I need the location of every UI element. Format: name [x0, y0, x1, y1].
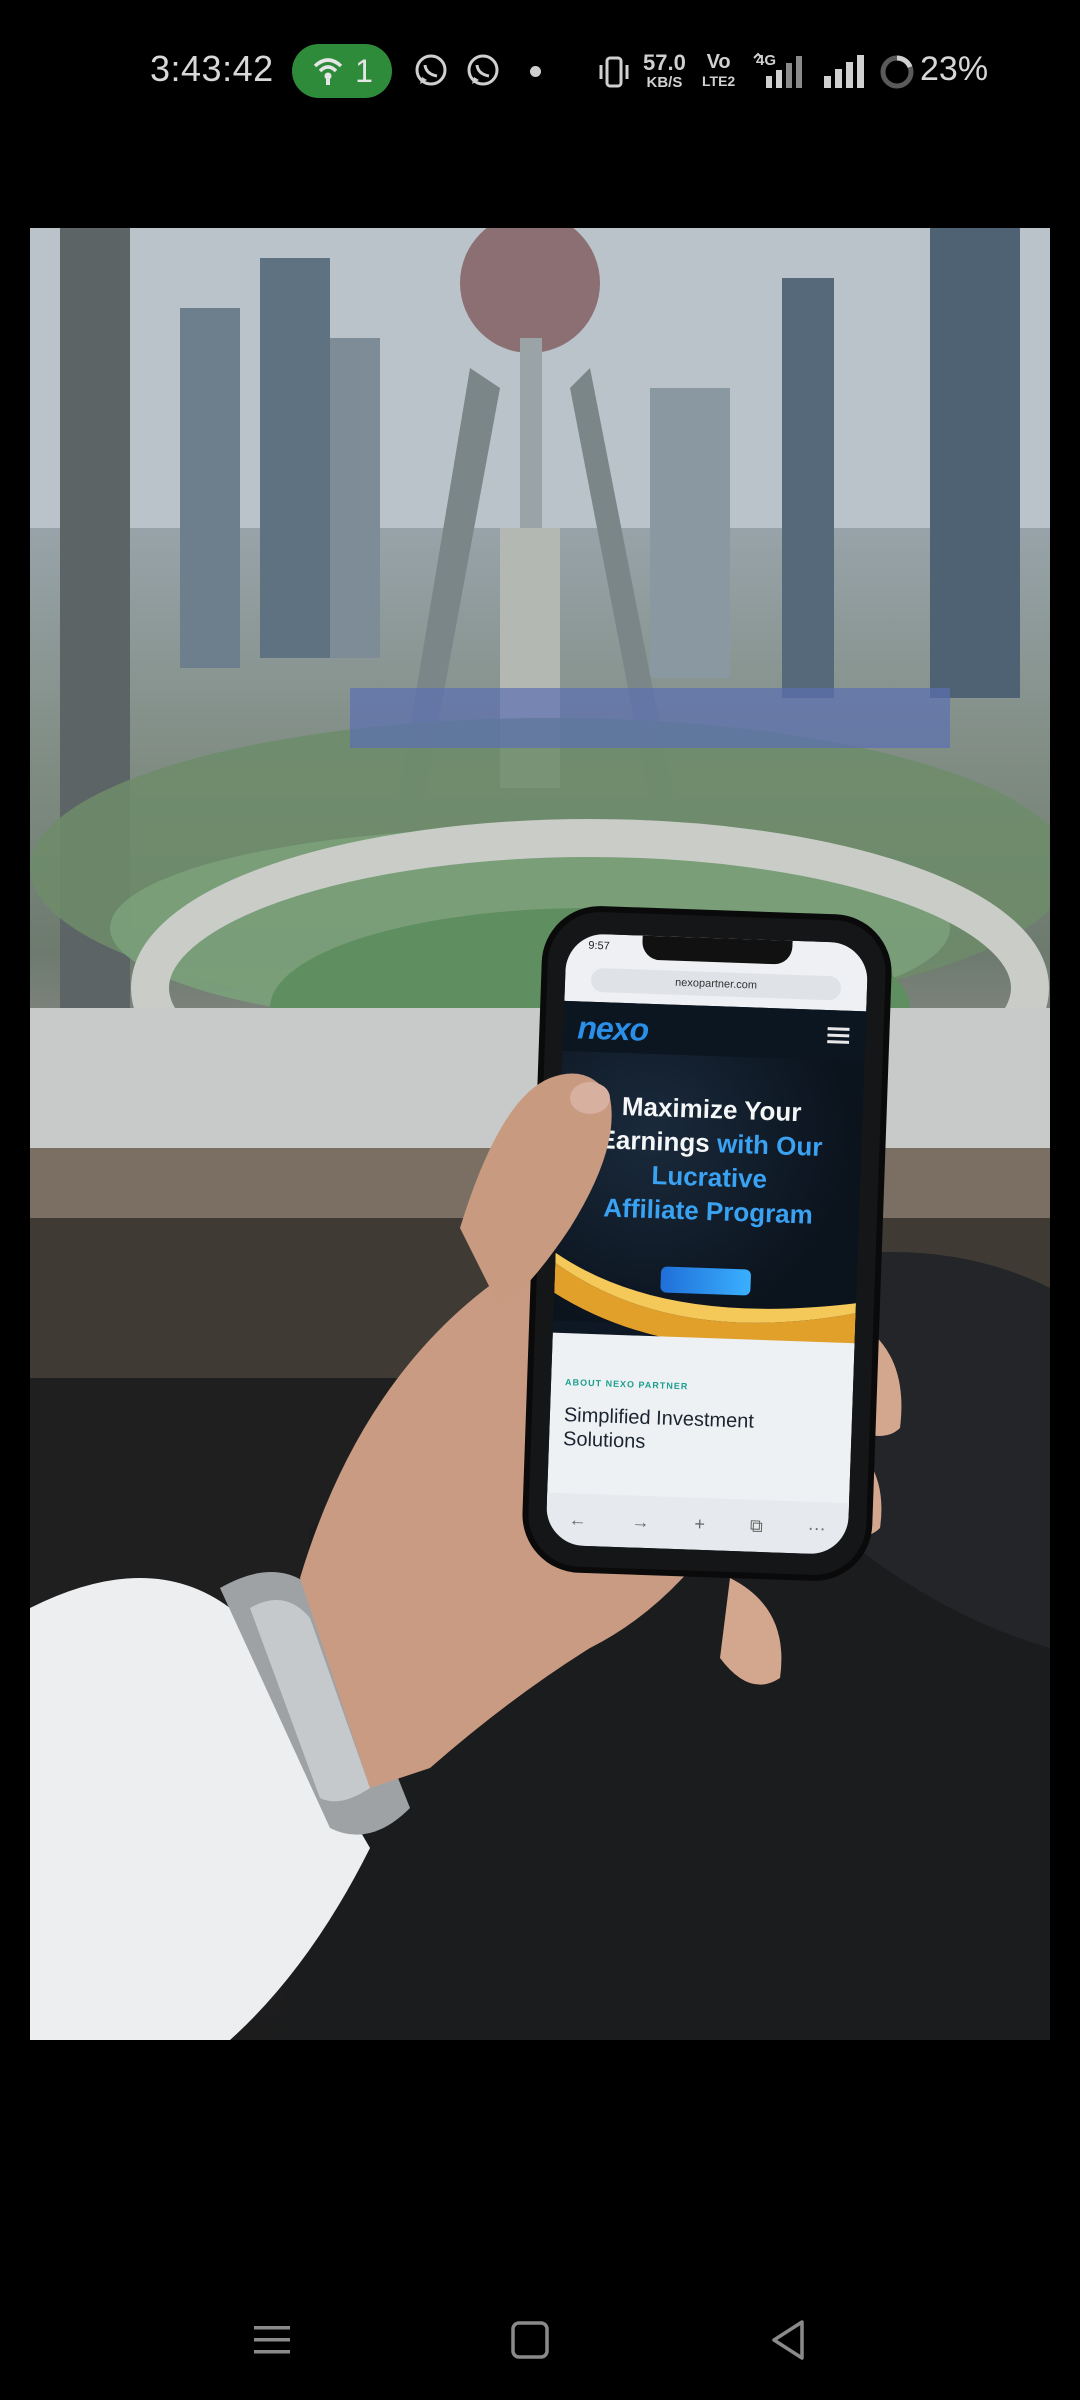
status-time: 3:43:42 [150, 48, 274, 89]
system-nav-bar [0, 2280, 1080, 2400]
nexo-logo: nexo [576, 1009, 649, 1048]
held-phone: 9:57 nexopartner.com nexo Maximize Your … [526, 910, 888, 1577]
held-phone-screen: 9:57 nexopartner.com nexo Maximize Your … [545, 932, 869, 1556]
hero-headline: Maximize Your Earnings with Our Lucrativ… [567, 1087, 854, 1233]
volte-sim-label: LTE2 [702, 73, 736, 89]
hero-line-1: Maximize Your [621, 1090, 802, 1128]
net-speed-unit: KB/S [646, 74, 683, 91]
hero-line-2b: with Our [709, 1128, 823, 1162]
volte-label: Vo [706, 51, 731, 73]
held-phone-browser-toolbar: ← → + ⧉ ··· [545, 1492, 850, 1556]
hero-line-4: Affiliate Program [602, 1192, 814, 1230]
whatsapp-icon [415, 54, 447, 86]
vibrate-icon [599, 56, 629, 88]
battery-ring-icon [880, 55, 914, 89]
signal-4g-icon: 4G [753, 52, 802, 88]
hero-line-2a: Earnings [598, 1124, 711, 1159]
about-tag: ABOUT NEXO PARTNER [564, 1377, 689, 1392]
back-icon[interactable] [758, 2310, 818, 2370]
hotspot-icon [313, 58, 343, 85]
back-arrow-icon: ← [568, 1508, 588, 1530]
hotspot-count: 1 [355, 52, 373, 89]
about-heading: Simplified Investment Solutions [562, 1404, 755, 1453]
city-scene-background [30, 228, 1050, 2040]
battery-percent: 23% [920, 50, 989, 88]
signal-icon [824, 55, 864, 88]
status-bar: 3:43:42 1 57.0 KB/S Vo LTE2 4G 23% [0, 0, 1080, 145]
tabs-icon: ⧉ [749, 1515, 764, 1536]
notification-dot [530, 66, 541, 77]
new-tab-icon: + [694, 1513, 706, 1534]
menu-icon[interactable] [242, 2310, 302, 2370]
held-phone-url: nexopartner.com [590, 967, 842, 1001]
hero-line-3: Lucrative [651, 1160, 768, 1195]
whatsapp-icon [467, 54, 499, 86]
photo-viewer-image[interactable]: 9:57 nexopartner.com nexo Maximize Your … [30, 228, 1050, 2040]
net-speed-value: 57.0 [643, 50, 686, 75]
held-phone-time: 9:57 [588, 939, 610, 953]
hotspot-chip[interactable]: 1 [292, 44, 392, 98]
forward-arrow-icon: → [631, 1511, 650, 1532]
home-icon[interactable] [500, 2310, 560, 2370]
hamburger-menu-icon [827, 1027, 850, 1044]
net-speed: 57.0 KB/S [643, 50, 686, 93]
more-icon: ··· [807, 1517, 826, 1538]
held-phone-about-section: ABOUT NEXO PARTNER Simplified Investment… [546, 1332, 855, 1514]
volte-indicator: Vo LTE2 [702, 51, 736, 91]
